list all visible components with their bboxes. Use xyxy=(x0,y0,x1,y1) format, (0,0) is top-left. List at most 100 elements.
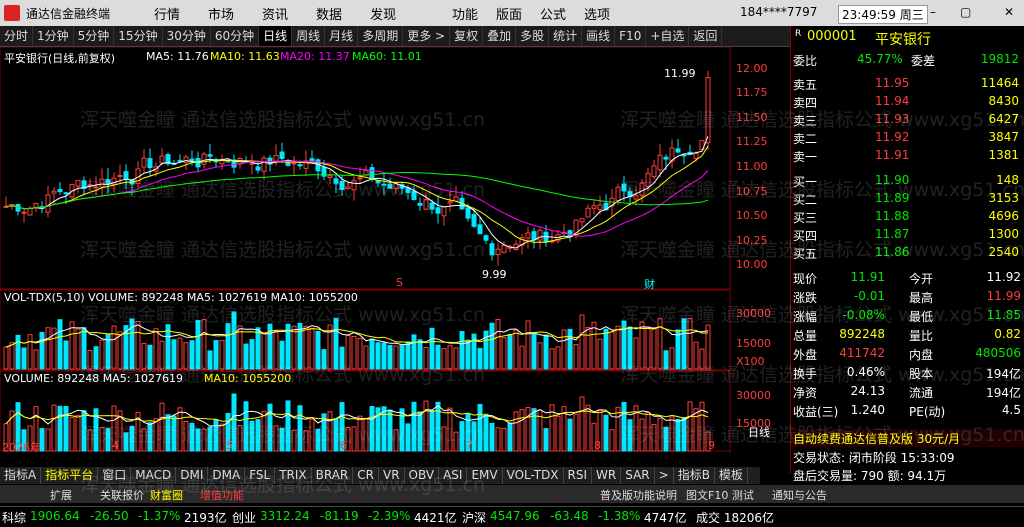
user-account[interactable]: 184****7797 xyxy=(740,5,817,19)
indicator-tab-14[interactable]: VOL-TDX xyxy=(503,467,564,484)
promo-text[interactable]: 自动续费通达信普及版 30元/月 xyxy=(793,430,960,447)
stat-value: 11.85 xyxy=(986,308,1021,322)
toolbar-item-14[interactable]: 统计 xyxy=(549,26,583,46)
menu-data[interactable]: 数据 xyxy=(302,4,356,23)
ask-price: 11.95 xyxy=(875,76,910,90)
toolbar-item-9[interactable]: 多周期 xyxy=(358,26,404,46)
toolbar-item-12[interactable]: 叠加 xyxy=(483,26,517,46)
bid-row[interactable]: 买一 11.90 148 xyxy=(791,172,1024,190)
vol-tdx-bar xyxy=(99,339,105,370)
vol-tdx-bar xyxy=(447,345,453,370)
bid-row[interactable]: 买二 11.89 3153 xyxy=(791,190,1024,208)
toolbar-item-6[interactable]: 日线 xyxy=(259,26,293,46)
menu-quote[interactable]: 行情 xyxy=(140,4,194,23)
ask-row[interactable]: 卖四 11.94 8430 xyxy=(791,93,1024,111)
vol-tdx-bar xyxy=(177,337,183,370)
indicator-tab-12[interactable]: ASI xyxy=(439,467,468,484)
menu-layout[interactable]: 版面 xyxy=(496,4,522,23)
sub-right-0[interactable]: 普及版功能说明 xyxy=(600,487,677,503)
sub-tab-3[interactable]: 增值功能 xyxy=(200,487,244,503)
toolbar-item-10[interactable]: 更多 > xyxy=(403,26,451,46)
indicator-tab-9[interactable]: CR xyxy=(353,467,379,484)
menu-market[interactable]: 市场 xyxy=(194,4,248,23)
bid-row[interactable]: 买三 11.88 4696 xyxy=(791,208,1024,226)
minimize-icon[interactable]: – xyxy=(930,6,942,18)
indicator-tab-8[interactable]: BRAR xyxy=(312,467,354,484)
menu-function[interactable]: 功能 xyxy=(452,4,478,23)
ask-row[interactable]: 卖五 11.95 11464 xyxy=(791,75,1024,93)
sub-tab-2[interactable]: 财富圈 xyxy=(150,487,183,503)
volume-bar xyxy=(237,424,243,452)
toolbar-item-5[interactable]: 60分钟 xyxy=(211,26,260,46)
indicator-tab-5[interactable]: DMA xyxy=(208,467,246,484)
indicator-tab-15[interactable]: RSI xyxy=(564,467,593,484)
indicator-tab-18[interactable]: > xyxy=(655,467,674,484)
indicator-tab-17[interactable]: SAR xyxy=(621,467,655,484)
bid-row[interactable]: 买四 11.87 1300 xyxy=(791,226,1024,244)
restore-icon[interactable]: ▢ xyxy=(960,6,972,18)
indicator-tab-20[interactable]: 模板 xyxy=(715,467,748,484)
toolbar-item-8[interactable]: 月线 xyxy=(325,26,359,46)
toolbar-item-4[interactable]: 30分钟 xyxy=(163,26,211,46)
vol-tdx-bar xyxy=(591,321,597,370)
sub-right-2[interactable]: 通知与公告 xyxy=(772,487,827,503)
indicator-tab-2[interactable]: 窗口 xyxy=(98,467,132,484)
index-name[interactable]: 创业 xyxy=(232,509,256,526)
panel-label-r: R xyxy=(795,29,802,39)
ask-row[interactable]: 卖二 11.92 3847 xyxy=(791,129,1024,147)
sub-tab-1[interactable]: 关联报价 xyxy=(100,487,144,503)
stat-value: 892248 xyxy=(839,327,885,341)
indicator-tab-13[interactable]: EMV xyxy=(467,467,503,484)
toolbar-item-3[interactable]: 15分钟 xyxy=(114,26,163,46)
toolbar-item-16[interactable]: F10 xyxy=(615,26,647,46)
index-name[interactable]: 科综 xyxy=(2,509,26,526)
vol-tdx-bar xyxy=(21,347,27,370)
toolbar-item-7[interactable]: 周线 xyxy=(292,26,326,46)
volume-bar xyxy=(477,404,483,452)
menu-discover[interactable]: 发现 xyxy=(356,4,410,23)
stat-value: 11.99 xyxy=(986,289,1021,303)
toolbar-item-11[interactable]: 复权 xyxy=(450,26,484,46)
volume-bar xyxy=(411,401,417,452)
candle-body xyxy=(495,248,501,256)
toolbar-item-17[interactable]: +自选 xyxy=(646,26,690,46)
candle-body xyxy=(489,243,495,256)
menu-options[interactable]: 选项 xyxy=(584,4,610,23)
menu-formula[interactable]: 公式 xyxy=(540,4,566,23)
indicator-tab-0[interactable]: 指标A xyxy=(0,467,42,484)
vol-tdx-bar xyxy=(39,331,45,370)
candle-body xyxy=(423,199,429,210)
sub-right-1[interactable]: 图文F10 测试 xyxy=(686,487,754,503)
toolbar-item-18[interactable]: 返回 xyxy=(689,26,723,46)
toolbar-item-1[interactable]: 1分钟 xyxy=(33,26,74,46)
ask-row[interactable]: 卖一 11.91 1381 xyxy=(791,147,1024,165)
toolbar-item-13[interactable]: 多股 xyxy=(516,26,550,46)
toolbar-item-2[interactable]: 5分钟 xyxy=(74,26,115,46)
indicator-tab-19[interactable]: 指标B xyxy=(674,467,715,484)
volume-bar xyxy=(159,402,165,452)
bid-row[interactable]: 买五 11.86 2540 xyxy=(791,244,1024,262)
indicator-tab-4[interactable]: DMI xyxy=(176,467,209,484)
kline-chart[interactable]: 平安银行(日线,前复权) MA5: 11.76 MA10: 11.63 MA20… xyxy=(0,47,788,454)
bid-price: 11.86 xyxy=(875,245,910,259)
indicator-tab-10[interactable]: VR xyxy=(379,467,405,484)
toolbar-item-15[interactable]: 画线 xyxy=(582,26,616,46)
ask-row[interactable]: 卖三 11.93 6427 xyxy=(791,111,1024,129)
volume-bar xyxy=(621,401,627,452)
vol-tdx-bar xyxy=(435,344,441,370)
menu-news[interactable]: 资讯 xyxy=(248,4,302,23)
indicator-tab-7[interactable]: TRIX xyxy=(275,467,312,484)
indicator-tab-1[interactable]: 指标平台 xyxy=(41,467,99,484)
candle-body xyxy=(57,189,63,193)
stat-value: 194亿 xyxy=(986,367,1021,381)
sub-tab-0[interactable]: 扩展 xyxy=(50,487,72,503)
indicator-tab-6[interactable]: FSL xyxy=(245,467,276,484)
indicator-tab-11[interactable]: OBV xyxy=(405,467,440,484)
index-name[interactable]: 沪深 xyxy=(462,509,486,526)
indicator-tab-3[interactable]: MACD xyxy=(131,467,177,484)
close-icon[interactable]: ✕ xyxy=(1004,6,1016,18)
indicator-tab-16[interactable]: WR xyxy=(592,467,622,484)
toolbar-item-0[interactable]: 分时 xyxy=(0,26,34,46)
vol-tdx-bar xyxy=(519,345,525,370)
volume-bar xyxy=(453,431,459,452)
